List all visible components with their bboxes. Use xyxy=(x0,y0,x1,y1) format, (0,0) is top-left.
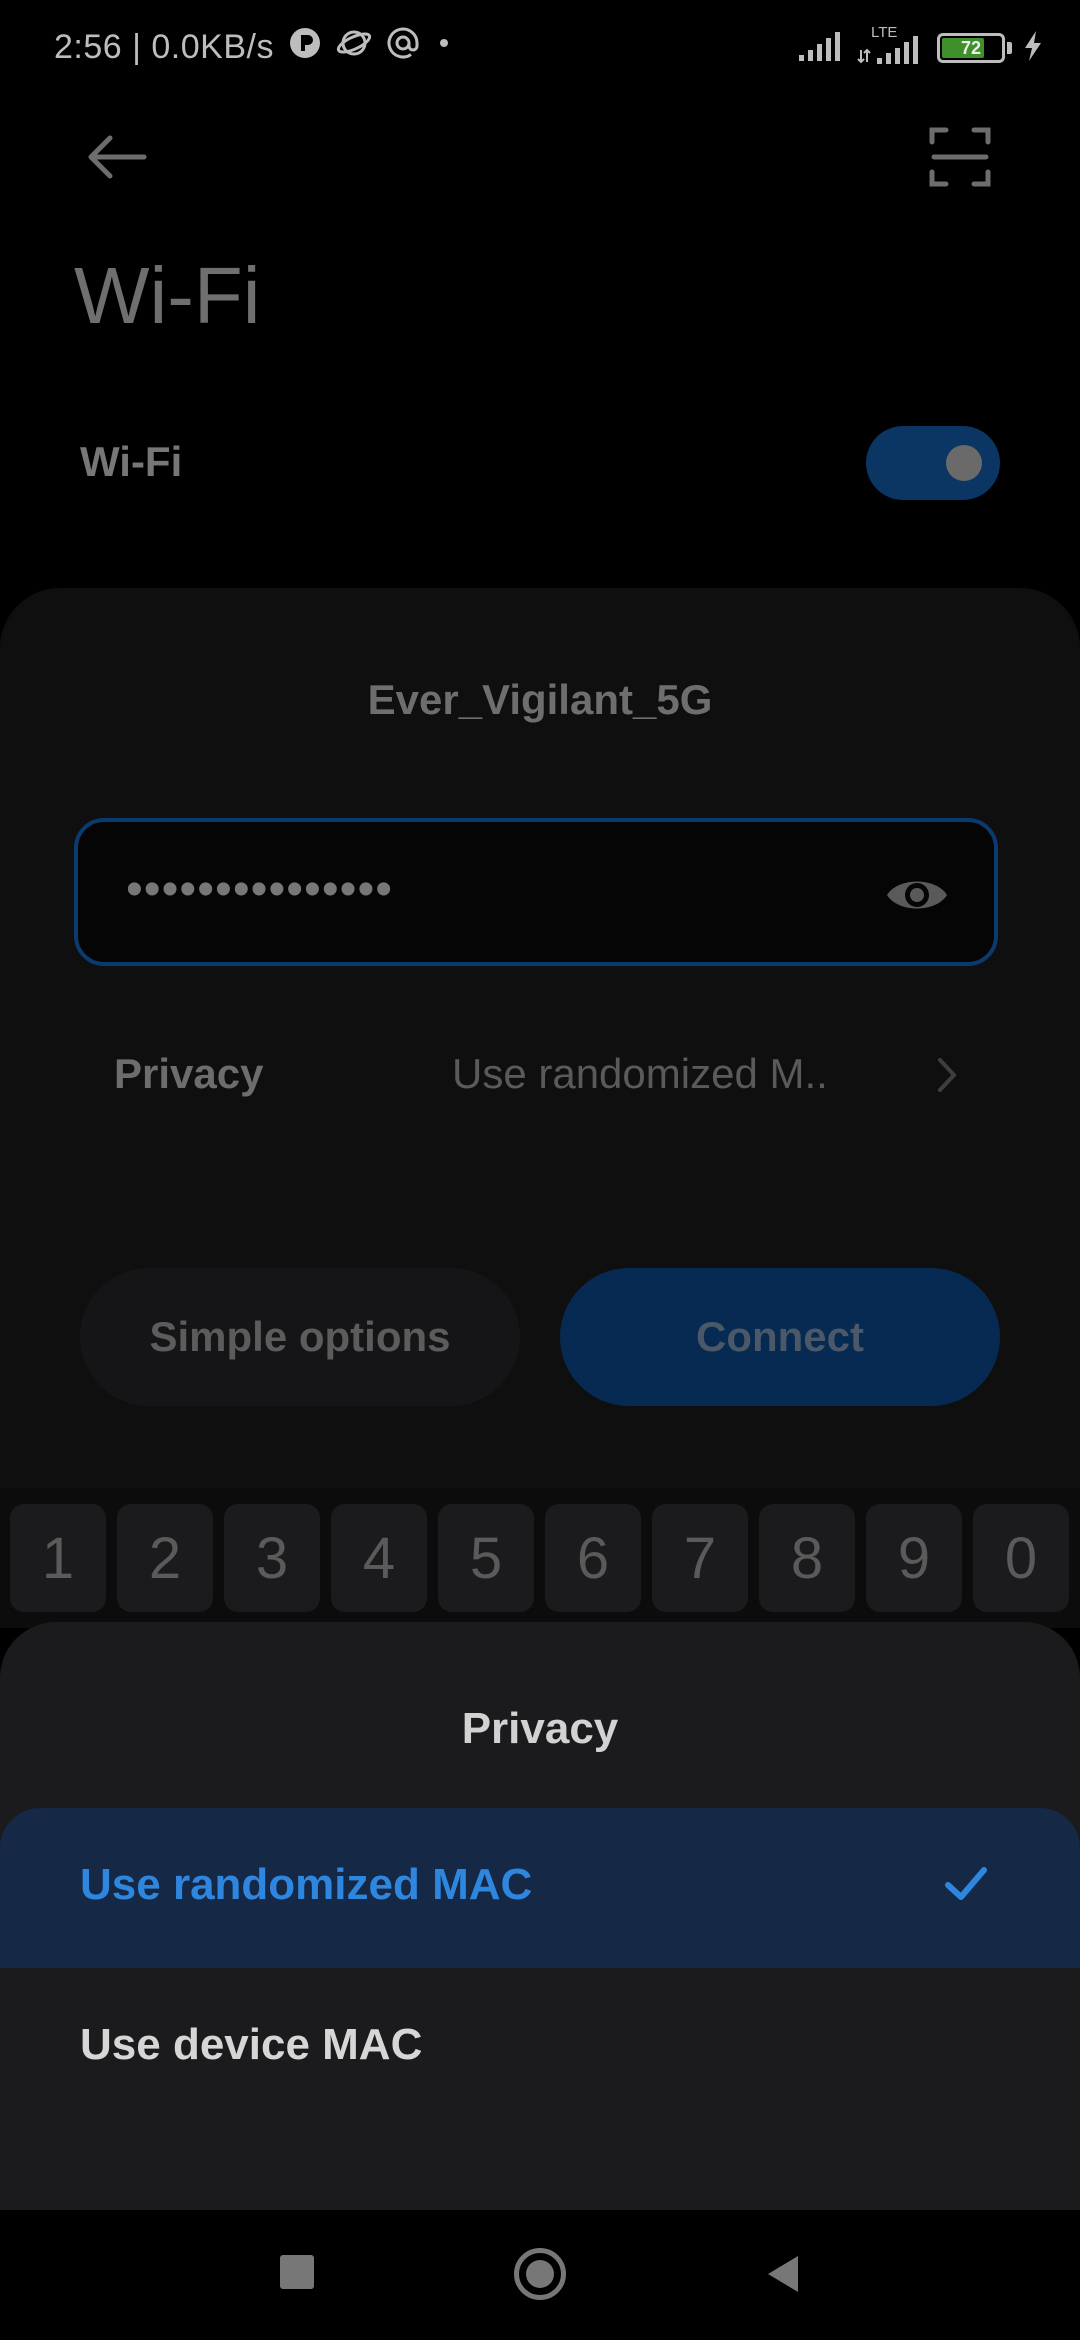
navigation-bar xyxy=(0,2210,1080,2340)
battery-level: 72 xyxy=(960,38,982,58)
status-bar: 2:56 | 0.0KB/s LTE 72 xyxy=(0,0,1080,96)
back-button[interactable] xyxy=(80,120,154,194)
chevron-right-icon xyxy=(932,1050,962,1100)
home-circle-inner xyxy=(526,2260,554,2288)
key-7[interactable]: 7 xyxy=(652,1504,748,1612)
password-input[interactable]: ••••••••••••••• xyxy=(74,818,998,966)
notification-dot-icon xyxy=(434,26,454,69)
key-2[interactable]: 2 xyxy=(117,1504,213,1612)
notification-planet-icon xyxy=(336,26,372,69)
qr-scan-icon xyxy=(929,127,991,187)
battery-icon: 72 xyxy=(937,33,1005,63)
connect-button[interactable]: Connect xyxy=(560,1268,1000,1406)
option-randomized-mac[interactable]: Use randomized MAC xyxy=(0,1808,1080,1968)
key-8[interactable]: 8 xyxy=(759,1504,855,1612)
status-time: 2:56 | 0.0KB/s xyxy=(54,28,274,66)
keyboard: 1 2 3 4 5 6 7 8 9 0 xyxy=(0,1488,1080,1628)
simple-options-button[interactable]: Simple options xyxy=(80,1268,520,1406)
wifi-toggle-label: Wi-Fi xyxy=(80,438,183,485)
password-value: ••••••••••••••• xyxy=(126,863,394,916)
notification-at-icon xyxy=(386,26,420,69)
sheet-title: Privacy xyxy=(461,1704,619,1753)
key-5[interactable]: 5 xyxy=(438,1504,534,1612)
battery-tip xyxy=(1007,42,1012,54)
network-name: Ever_Vigilant_5G xyxy=(367,676,713,723)
wifi-toggle-knob xyxy=(946,445,982,481)
option-device-mac[interactable]: Use device MAC xyxy=(0,1968,1080,2128)
number-row: 1 2 3 4 5 6 7 8 9 0 xyxy=(10,1504,1069,1612)
charging-bolt-icon xyxy=(1022,29,1044,68)
option-label: Use device MAC xyxy=(80,2020,423,2069)
key-6[interactable]: 6 xyxy=(545,1504,641,1612)
scan-button[interactable] xyxy=(920,120,1000,194)
wifi-toggle[interactable] xyxy=(866,426,1000,500)
lte-signal-icon: LTE xyxy=(857,24,927,68)
key-9[interactable]: 9 xyxy=(866,1504,962,1612)
page-title: Wi-Fi xyxy=(74,251,261,340)
connect-dialog: Ever_Vigilant_5G ••••••••••••••• Privacy… xyxy=(0,588,1080,1488)
key-4[interactable]: 4 xyxy=(331,1504,427,1612)
signal-icon xyxy=(797,29,847,68)
eye-icon xyxy=(887,881,947,909)
screen: 2:56 | 0.0KB/s LTE 72 Wi-Fi Wi-Fi Ever_V… xyxy=(0,0,1080,2340)
arrow-left-icon xyxy=(88,135,147,179)
privacy-label: Privacy xyxy=(114,1050,264,1097)
privacy-sheet: Privacy Use randomized MAC Use device MA… xyxy=(0,1622,1080,2210)
status-left: 2:56 | 0.0KB/s xyxy=(54,26,454,69)
key-1[interactable]: 1 xyxy=(10,1504,106,1612)
key-3[interactable]: 3 xyxy=(224,1504,320,1612)
recents-square-icon[interactable] xyxy=(280,2255,314,2289)
option-label: Use randomized MAC xyxy=(80,1860,533,1909)
status-right: LTE 72 xyxy=(797,24,1044,68)
key-0[interactable]: 0 xyxy=(973,1504,1069,1612)
show-password-button[interactable] xyxy=(884,862,950,928)
check-icon xyxy=(942,1860,990,1908)
back-triangle-icon[interactable] xyxy=(762,2252,802,2296)
notification-p-icon xyxy=(288,26,322,69)
home-circle-icon[interactable] xyxy=(514,2248,566,2300)
privacy-value[interactable]: Use randomized M.. xyxy=(452,1050,828,1098)
